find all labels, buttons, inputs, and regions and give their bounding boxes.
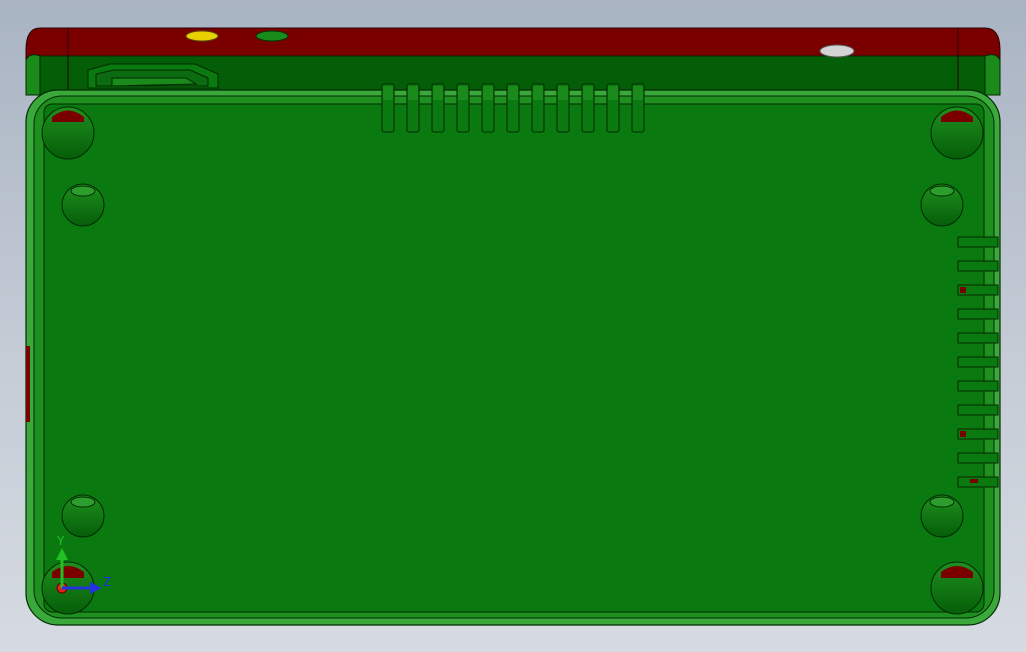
standoff-lower-left — [61, 494, 105, 538]
y-axis-label: Y — [56, 534, 65, 548]
cad-viewport[interactable]: Y Z — [0, 0, 1026, 652]
z-axis-label: Z — [103, 575, 111, 589]
led-hole-green — [255, 30, 289, 42]
standoff-upper-left — [61, 183, 105, 227]
mounting-hole-bottom-right — [930, 561, 984, 615]
mounting-hole-top-left — [41, 106, 95, 160]
port-hole-grey — [819, 44, 855, 58]
led-hole-yellow — [185, 30, 219, 42]
left-edge-notch — [26, 346, 30, 422]
mounting-hole-top-right — [930, 106, 984, 160]
enclosure-body — [25, 89, 1001, 626]
connector-slot — [87, 63, 219, 89]
standoff-lower-right — [920, 494, 964, 538]
standoff-upper-right — [920, 183, 964, 227]
